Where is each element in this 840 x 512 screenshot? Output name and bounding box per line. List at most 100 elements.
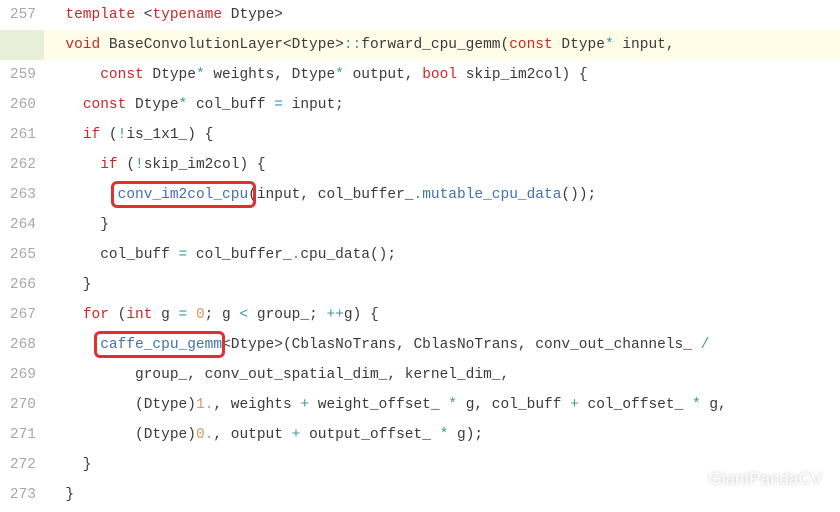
line-number: 269: [0, 360, 36, 390]
token: col_offset_: [579, 397, 692, 413]
code-line-268[interactable]: caffe_cpu_gemm<Dtype>(CblasNoTrans, Cbla…: [44, 330, 840, 360]
line-number: 263: [0, 180, 36, 210]
token: , weights: [213, 397, 300, 413]
token: Dtype: [553, 37, 605, 53]
line-number: 273: [0, 480, 36, 510]
token: forward_cpu_gemm(: [361, 37, 509, 53]
token: int: [126, 307, 152, 323]
token: g: [152, 307, 178, 323]
token: is_1x1_) {: [126, 127, 213, 143]
code-line-258[interactable]: void BaseConvolutionLayer<Dtype>::forwar…: [44, 30, 840, 60]
token: [48, 157, 100, 173]
line-number: 268: [0, 330, 36, 360]
token: output_offset_: [300, 427, 439, 443]
token: 0: [196, 307, 205, 323]
token: [187, 307, 196, 323]
token: (input, col_buffer_: [248, 187, 413, 203]
token: ; g: [205, 307, 240, 323]
line-number: 267: [0, 300, 36, 330]
line-number: 257: [0, 0, 36, 30]
watermark-text: GiantPandaCV: [709, 464, 822, 494]
token: bool: [422, 67, 457, 83]
token: }: [48, 487, 74, 503]
token: =: [274, 97, 283, 113]
token: (: [118, 157, 135, 173]
token: *: [179, 97, 188, 113]
token: /: [701, 337, 710, 353]
token: input,: [614, 37, 675, 53]
token: *: [335, 67, 344, 83]
token: mutable_cpu_data: [422, 187, 561, 203]
token: 0.: [196, 427, 213, 443]
code-line-269[interactable]: group_, conv_out_spatial_dim_, kernel_di…: [44, 360, 840, 390]
token: }: [48, 217, 109, 233]
watermark: GiantPandaCV: [677, 464, 822, 494]
code-line-257[interactable]: template <typename Dtype>: [44, 0, 840, 30]
token: [48, 187, 118, 203]
token: (Dtype): [48, 427, 196, 443]
token: template: [65, 7, 135, 23]
code-line-264[interactable]: }: [44, 210, 840, 240]
token: .: [413, 187, 422, 203]
token: conv_im2col_cpu: [118, 187, 249, 203]
code-line-267[interactable]: for (int g = 0; g < group_; ++g) {: [44, 300, 840, 330]
token: Dtype>: [222, 7, 283, 23]
token: ());: [561, 187, 596, 203]
token: (: [109, 307, 126, 323]
token: col_buffer_: [187, 247, 291, 263]
token: , output: [213, 427, 291, 443]
token: Dtype: [126, 97, 178, 113]
token: *: [692, 397, 701, 413]
token: (Dtype): [48, 397, 196, 413]
line-number: 272: [0, 450, 36, 480]
token: *: [196, 67, 205, 83]
token: g,: [701, 397, 727, 413]
token: output,: [344, 67, 422, 83]
token: col_buff: [48, 247, 179, 263]
code-line-270[interactable]: (Dtype)1., weights + weight_offset_ * g,…: [44, 390, 840, 420]
token: [48, 307, 83, 323]
token: *: [440, 427, 449, 443]
token: Dtype: [144, 67, 196, 83]
token: input;: [283, 97, 344, 113]
code-line-259[interactable]: const Dtype* weights, Dtype* output, boo…: [44, 60, 840, 90]
token: <: [135, 7, 152, 23]
token: skip_im2col) {: [457, 67, 588, 83]
line-number: 264: [0, 210, 36, 240]
line-number: 261: [0, 120, 36, 150]
token: col_buff: [187, 97, 274, 113]
token: caffe_cpu_gemm: [100, 337, 222, 353]
token: +: [570, 397, 579, 413]
token: for: [83, 307, 109, 323]
line-number: 259: [0, 60, 36, 90]
line-number: 270: [0, 390, 36, 420]
token: const: [100, 67, 144, 83]
code-body[interactable]: template <typename Dtype> void BaseConvo…: [44, 0, 840, 510]
token: +: [300, 397, 309, 413]
token: 1.: [196, 397, 213, 413]
token: *: [605, 37, 614, 53]
line-number: 262: [0, 150, 36, 180]
code-line-265[interactable]: col_buff = col_buffer_.cpu_data();: [44, 240, 840, 270]
token: }: [48, 277, 92, 293]
code-line-262[interactable]: if (!skip_im2col) {: [44, 150, 840, 180]
code-line-261[interactable]: if (!is_1x1_) {: [44, 120, 840, 150]
line-number-gutter: 2572582592602612622632642652662672682692…: [0, 0, 44, 510]
token: g) {: [344, 307, 379, 323]
code-line-271[interactable]: (Dtype)0., output + output_offset_ * g);: [44, 420, 840, 450]
token: [48, 37, 65, 53]
code-line-266[interactable]: }: [44, 270, 840, 300]
token: <: [239, 307, 248, 323]
token: weight_offset_: [309, 397, 448, 413]
code-line-263[interactable]: conv_im2col_cpu(input, col_buffer_.mutab…: [44, 180, 840, 210]
token: if: [83, 127, 100, 143]
token: =: [179, 247, 188, 263]
wechat-icon: [677, 467, 701, 491]
token: [48, 67, 100, 83]
token: typename: [152, 7, 222, 23]
token: g, col_buff: [457, 397, 570, 413]
line-number: 266: [0, 270, 36, 300]
token: void: [65, 37, 100, 53]
token: const: [509, 37, 553, 53]
code-line-260[interactable]: const Dtype* col_buff = input;: [44, 90, 840, 120]
